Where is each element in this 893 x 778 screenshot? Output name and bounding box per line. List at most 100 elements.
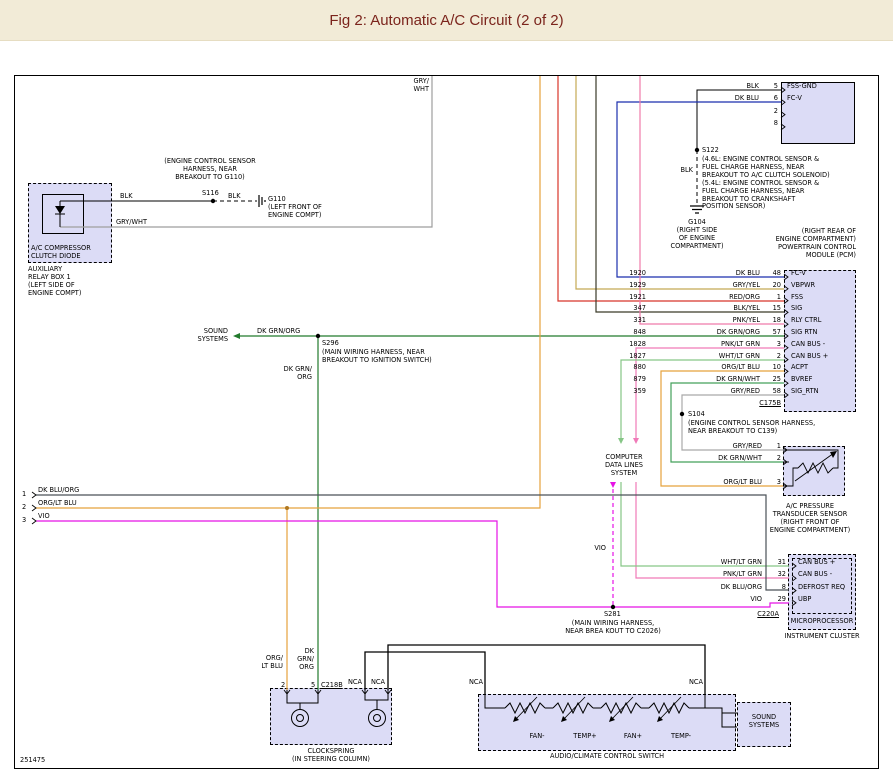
fss_box-pin-pin: 8	[774, 120, 778, 128]
fss_box-pin-pin: 2	[774, 108, 778, 116]
pcm-pin-pin: 58	[773, 388, 781, 396]
nca-label-1: NCA	[348, 679, 362, 687]
cluster-label: INSTRUMENT CLUSTER	[784, 633, 859, 641]
pcm-pin-color: DK GRN/ORG	[717, 329, 760, 337]
wire-label-org-lt-blu-a: ORG/LT BLU	[38, 500, 77, 508]
pcm-pin-circuit: 1921	[629, 294, 646, 302]
pcm-pin-pin: 1	[777, 294, 781, 302]
pcm-pin-color: RED/ORG	[729, 294, 760, 302]
pcm-pin-name: FC-V	[791, 270, 806, 278]
clockspring-label: CLOCKSPRING (IN STEERING COLUMN)	[292, 748, 370, 764]
pcm-pin-name: FSS	[791, 294, 803, 302]
note-s122: (4.6L: ENGINE CONTROL SENSOR & FUEL CHAR…	[702, 156, 830, 211]
fss_box-pin-pin: 6	[774, 95, 778, 103]
wire-label-dk-grn-org-a: DK GRN/ORG	[257, 328, 300, 336]
pcm-pin-circuit: 1920	[629, 270, 646, 278]
pcm-pin-pin: 2	[777, 353, 781, 361]
transducer-pin-color: GRY/RED	[733, 443, 762, 451]
labels-layer: GRY/ WHT(ENGINE CONTROL SENSOR HARNESS, …	[0, 0, 893, 778]
nca-label-3: NCA	[469, 679, 483, 687]
splice-label-s296: S296	[322, 340, 339, 348]
pcm-pin-pin: 20	[773, 282, 781, 290]
pcm-pin-name: VBPWR	[791, 282, 815, 290]
pcm-pin-circuit: 359	[633, 388, 646, 396]
computer-data-lines-label: COMPUTER DATA LINES SYSTEM	[605, 454, 643, 478]
pcm-pin-color: BLK/YEL	[733, 305, 760, 313]
wire-label-dk-grn-org-c: DK GRN/ ORG	[297, 648, 314, 672]
pcm-pin-color: DK GRN/WHT	[716, 376, 760, 384]
splice-label-s116: S116	[202, 190, 219, 198]
wire-label-dk-grn-org-b: DK GRN/ ORG	[284, 366, 312, 382]
cluster-inner-label: MICROPROCESSOR	[791, 618, 854, 626]
cluster-pin-pin: 8	[782, 584, 786, 592]
pcm-pin-color: GRY/RED	[731, 388, 760, 396]
switch-function-fan-plus: FAN+	[624, 733, 642, 741]
wire-label-blk-left-b: BLK	[228, 193, 241, 201]
pcm-pin-color: WHT/LT GRN	[719, 353, 760, 361]
pcm-pin-circuit: 848	[633, 329, 646, 337]
pcm-pin-pin: 57	[773, 329, 781, 337]
pcm-pin-pin: 18	[773, 317, 781, 325]
transducer-label: A/C PRESSURE TRANSDUCER SENSOR (RIGHT FR…	[770, 503, 850, 535]
pcm-pin-circuit: 879	[633, 376, 646, 384]
transducer-pin-pin: 2	[777, 455, 781, 463]
pcm-pin-color: DK BLU	[736, 270, 760, 278]
cluster-pin-name: DEFROST REQ	[798, 584, 845, 592]
pcm-pin-circuit: 1827	[629, 353, 646, 361]
pcm-pin-name: CAN BUS -	[791, 341, 825, 349]
note-g110-harness: (ENGINE CONTROL SENSOR HARNESS, NEAR BRE…	[164, 158, 255, 182]
pcm-pin-circuit: 331	[633, 317, 646, 325]
switch-label: AUDIO/CLIMATE CONTROL SWITCH	[550, 753, 664, 761]
splice-label-s104: S104	[688, 411, 705, 419]
pcm-pin-pin: 3	[777, 341, 781, 349]
cluster-pin-name: CAN BUS +	[798, 559, 835, 567]
fss_box-pin-name: FSS-GND	[787, 83, 817, 91]
pcm-pin-color: ORG/LT BLU	[721, 364, 760, 372]
splice-label-s281: S281	[604, 611, 621, 619]
cluster-pin-name: UBP	[798, 596, 811, 604]
pcm-pin-color: PNK/YEL	[733, 317, 760, 325]
pcm-pin-circuit: 880	[633, 364, 646, 372]
pcm-pin-color: PNK/LT GRN	[721, 341, 760, 349]
pcm-pin-color: GRY/YEL	[733, 282, 760, 290]
cluster-pin-name: CAN BUS -	[798, 571, 832, 579]
wire-label-dk-blu-org: DK BLU/ORG	[38, 487, 79, 495]
nca-label-4: NCA	[689, 679, 703, 687]
transducer-pin-color: DK GRN/WHT	[718, 455, 762, 463]
clockspring-connector: C218B	[321, 682, 343, 690]
splice-label-s122: S122	[702, 147, 719, 155]
pcm-connector: C175B	[759, 400, 781, 408]
note-s281: (MAIN WIRING HARNESS, NEAR BREA KOUT TO …	[565, 620, 661, 636]
pcm-pin-pin: 10	[773, 364, 781, 372]
pcm-pin-circuit: 347	[633, 305, 646, 313]
cluster-pin-pin: 31	[778, 559, 786, 567]
sound-systems-left-label: SOUND SYSTEMS	[198, 328, 228, 344]
cluster-pin-pin: 32	[778, 571, 786, 579]
fss_box-pin-name: FC-V	[787, 95, 802, 103]
nca-label-2: NCA	[371, 679, 385, 687]
pcm-pin-name: BVREF	[791, 376, 812, 384]
cluster-pin-color: DK BLU/ORG	[721, 584, 762, 592]
transducer-pin-pin: 1	[777, 443, 781, 451]
page: { "title": "Fig 2: Automatic A/C Circuit…	[0, 0, 893, 778]
cluster-connector: C220A	[757, 611, 779, 619]
transducer-pin-pin: 3	[777, 479, 781, 487]
fss_box-pin-color: BLK	[746, 83, 759, 91]
pcm-pin-name: SIG	[791, 305, 802, 313]
pcm-title: (RIGHT REAR OF ENGINE COMPARTMENT) POWER…	[776, 228, 856, 260]
pcm-pin-name: RLY CTRL	[791, 317, 821, 325]
left-pin-1-number: 1	[22, 491, 26, 499]
pcm-pin-pin: 25	[773, 376, 781, 384]
wire-label-gry-wht-left: GRY/WHT	[116, 219, 147, 227]
sound-systems-right-label: SOUND SYSTEMS	[749, 714, 779, 730]
fss_box-pin-color: DK BLU	[735, 95, 759, 103]
diode-box-sublabel: AUXILIARY RELAY BOX 1 (LEFT SIDE OF ENGI…	[28, 266, 81, 298]
fss_box-pin-pin: 5	[774, 83, 778, 91]
switch-function-fan-minus: FAN-	[529, 733, 544, 741]
pcm-pin-circuit: 1929	[629, 282, 646, 290]
pcm-pin-circuit: 1828	[629, 341, 646, 349]
left-pin-2-number: 2	[22, 504, 26, 512]
clockspring-pin-2: 2	[281, 682, 285, 690]
ground-label-g110: G110 (LEFT FRONT OF ENGINE COMPT)	[268, 196, 322, 220]
pcm-pin-name: SIG RTN	[791, 329, 817, 337]
